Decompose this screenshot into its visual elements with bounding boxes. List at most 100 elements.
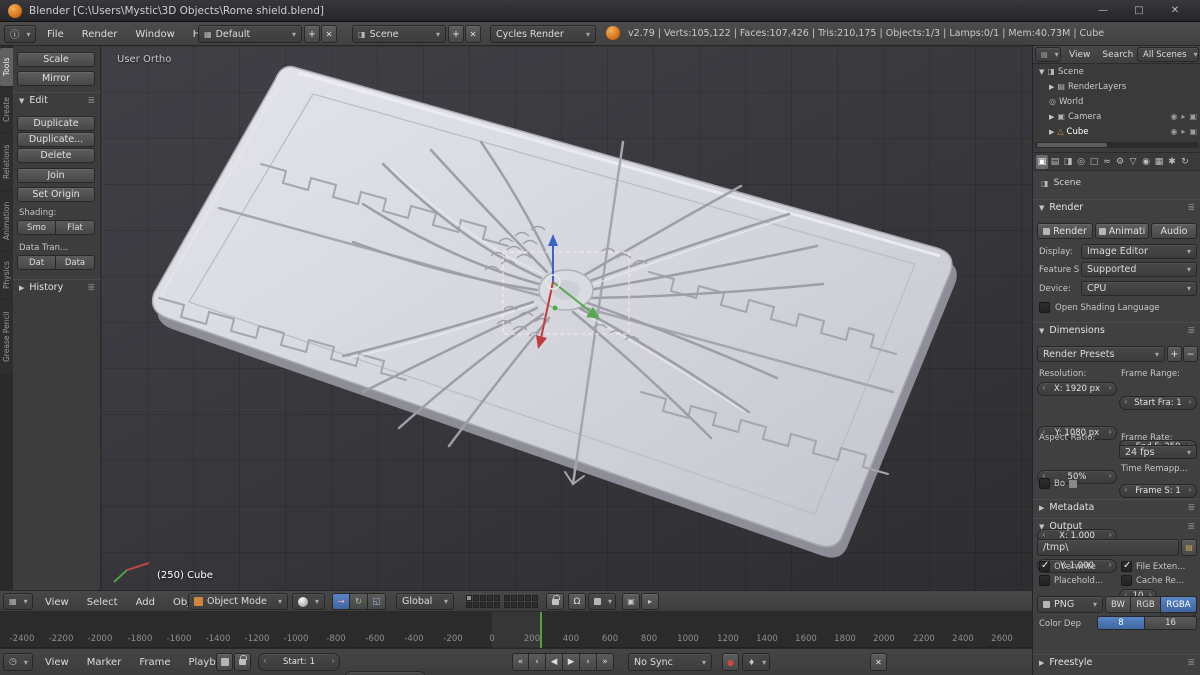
add-scene-button[interactable]: + [448,25,464,43]
scale-button[interactable]: Scale [17,52,95,67]
render-tab-icon[interactable]: ▣ [1036,154,1048,169]
timeline-editor-selector[interactable]: ◷ [3,653,33,671]
viewport-shading-selector[interactable] [292,593,325,610]
device-selector[interactable]: CPU [1081,281,1197,296]
outliner-item-world[interactable]: ◎ World [1033,94,1200,109]
scene-selector[interactable]: ◨ Scene [352,25,446,43]
panel-grip-icon[interactable] [1187,522,1195,532]
selectable-toggle-icon[interactable]: ▸ [1181,112,1185,121]
texture-tab-icon[interactable]: ▦ [1153,155,1165,169]
menu-window[interactable]: Window [126,22,183,46]
maximize-button[interactable]: □ [1122,2,1156,20]
add-layout-button[interactable]: + [304,25,320,43]
output-path-field[interactable]: /tmp\ [1037,539,1179,556]
join-button[interactable]: Join [17,168,95,183]
keying-set-selector[interactable]: ♦ [742,653,770,671]
outliner-menu-search[interactable]: Search [1096,46,1139,64]
overwrite-checkbox[interactable] [1039,560,1050,572]
outliner-item-camera[interactable]: ▣ Camera ◉ ▸ ▣ [1033,109,1200,124]
tool-tab-animation[interactable]: Animation [0,192,13,250]
mirror-button[interactable]: Mirror [17,71,95,86]
display-selector[interactable]: Image Editor [1081,244,1197,259]
hide-toggle-icon[interactable]: ◉ [1170,127,1177,136]
data-button[interactable]: Dat [17,255,56,270]
rotate-manipulator-button[interactable]: ↻ [350,593,368,610]
browse-output-path-button[interactable]: ▤ [1181,539,1197,556]
mode-selector[interactable]: Object Mode [188,593,288,610]
opengl-render-button[interactable]: ▣ [622,593,640,610]
remove-preset-button[interactable]: − [1183,346,1198,362]
scale-manipulator-button[interactable]: ◱ [368,593,386,610]
outliner-item-cube[interactable]: △ Cube ◉ ▸ ▣ [1033,124,1200,139]
panel-grip-icon[interactable] [1187,503,1195,513]
set-origin-button[interactable]: Set Origin [17,187,95,202]
panel-grip-icon[interactable] [87,283,95,293]
particles-tab-icon[interactable]: ✱ [1166,155,1178,169]
frame-rate-selector[interactable]: 24 fps [1119,445,1197,459]
outliner-display-filter[interactable]: All Scenes [1137,47,1199,62]
current-frame-marker[interactable] [540,612,542,648]
expand-icon[interactable] [1049,112,1054,122]
viewport-menu-view[interactable]: View [36,591,78,613]
object-data-tab-icon[interactable]: ▽ [1127,155,1139,169]
jump-to-end-button[interactable]: » [597,653,614,671]
history-panel-header[interactable]: History [13,279,101,295]
outliner-menu-view[interactable]: View [1063,46,1096,64]
expand-icon[interactable] [1049,82,1054,92]
metadata-panel-header[interactable]: Metadata [1033,499,1200,515]
shade-smooth-button[interactable]: Smo [17,220,56,235]
viewport-editor-selector[interactable]: ▦ [3,593,33,610]
delete-scene-button[interactable]: ✕ [465,25,481,43]
frame-start-field[interactable]: Start Fra: 1 [1119,396,1197,410]
rgb-button[interactable]: RGB [1131,596,1161,613]
panel-grip-icon[interactable] [87,96,95,106]
play-reverse-button[interactable]: ◀ [546,653,563,671]
transform-orientation-selector[interactable]: Global [396,593,454,610]
outliner-item-renderlayers[interactable]: ▤ RenderLayers [1033,79,1200,94]
world-tab-icon[interactable]: ◎ [1075,155,1087,169]
record-button[interactable]: ● [722,653,739,671]
render-presets-selector[interactable]: Render Presets [1037,346,1165,362]
panel-grip-icon[interactable] [1187,203,1195,213]
timeline-menu-marker[interactable]: Marker [78,649,131,675]
render-toggle-icon[interactable]: ▣ [1189,127,1197,136]
jump-to-start-button[interactable]: « [512,653,529,671]
render-engine-selector[interactable]: Cycles Render [490,25,596,43]
snap-element-selector[interactable] [588,593,616,610]
clear-keying-set-button[interactable]: ✕ [870,653,887,671]
frame-lock-toggle[interactable] [234,653,251,671]
modifiers-tab-icon[interactable]: ⚙ [1114,155,1126,169]
render-animation-button[interactable]: Animati [1095,223,1149,239]
placeholders-checkbox[interactable] [1039,575,1050,586]
render-toggle-icon[interactable]: ▣ [1189,112,1197,121]
layers-group-1[interactable] [466,595,500,608]
feature-set-selector[interactable]: Supported [1081,262,1197,277]
bw-button[interactable]: BW [1105,596,1131,613]
end-frame-field[interactable]: End: 250 [344,671,426,675]
shade-flat-button[interactable]: Flat [56,220,95,235]
data2-button[interactable]: Data [56,255,95,270]
tool-tab-relations[interactable]: Relations [0,134,13,190]
timeline-ruler[interactable]: -2400 -2200 -2000 -1800 -1600 -1400 -120… [0,612,1032,648]
timeline-menu-frame[interactable]: Frame [130,649,179,675]
screen-layout-selector[interactable]: ▦ Default [198,25,302,43]
render-layers-tab-icon[interactable]: ▤ [1049,155,1061,169]
depth-16-button[interactable]: 16 [1145,616,1197,630]
depth-8-button[interactable]: 8 [1097,616,1145,630]
use-preview-range-toggle[interactable] [216,653,233,671]
constraints-tab-icon[interactable]: ≈ [1101,155,1113,169]
panel-grip-icon[interactable] [1187,326,1195,336]
minimize-button[interactable]: — [1086,2,1120,20]
duplicate-button[interactable]: Duplicate [17,116,95,131]
duplicate-linked-button[interactable]: Duplicate... [17,132,95,147]
expand-icon[interactable] [1039,67,1044,77]
outliner-item-scene[interactable]: ◨ Scene [1033,64,1200,79]
next-keyframe-button[interactable]: › [580,653,597,671]
resolution-x-field[interactable]: X: 1920 px [1037,382,1117,396]
selectable-toggle-icon[interactable]: ▸ [1181,127,1185,136]
scrollbar-handle[interactable] [1037,143,1107,147]
render-button[interactable]: Render [1037,223,1093,239]
menu-render[interactable]: Render [73,22,127,46]
output-panel-header[interactable]: Output [1033,518,1200,534]
rgba-button[interactable]: RGBA [1161,596,1197,613]
